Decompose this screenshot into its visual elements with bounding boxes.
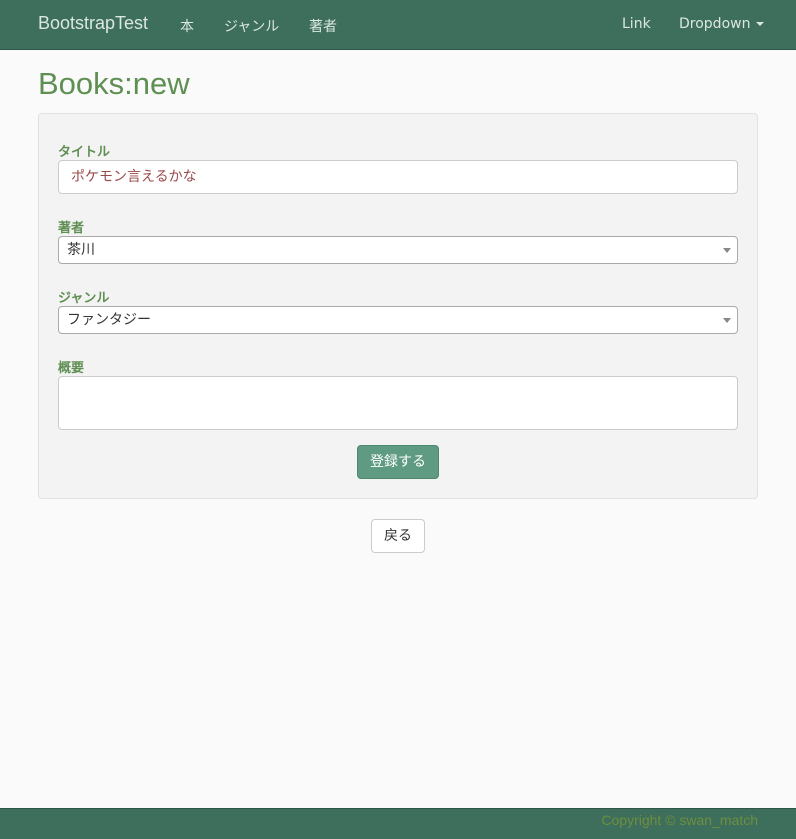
genre-label: ジャンル: [58, 291, 110, 306]
navbar-brand[interactable]: BootstrapTest: [38, 13, 148, 34]
nav-link-authors[interactable]: 著者: [309, 16, 337, 36]
title-label: タイトル: [58, 145, 111, 160]
top-navbar: BootstrapTest 本 ジャンル 著者 Link Dropdown: [0, 0, 796, 50]
dropdown-arrow-icon: [723, 248, 731, 253]
nav-link-genres[interactable]: ジャンル: [224, 16, 279, 36]
genre-select-value: ファンタジー: [67, 312, 151, 328]
nav-link-link[interactable]: Link: [622, 16, 651, 32]
nav-link-books[interactable]: 本: [180, 16, 194, 36]
nav-dropdown-label: Dropdown: [679, 16, 751, 32]
author-select-value: 茶川: [67, 242, 95, 258]
nav-dropdown[interactable]: Dropdown: [679, 16, 765, 32]
back-button[interactable]: 戻る: [371, 519, 425, 553]
footer: Copyright © swan_match: [0, 808, 796, 839]
page-title: Books:new: [38, 66, 190, 101]
summary-label: 概要: [58, 361, 85, 376]
genre-select[interactable]: ファンタジー: [58, 306, 738, 334]
submit-button[interactable]: 登録する: [357, 445, 439, 479]
dropdown-arrow-icon: [723, 318, 731, 323]
title-input-value: ポケモン言えるかな: [71, 169, 197, 185]
caret-down-icon: [756, 22, 765, 26]
author-select[interactable]: 茶川: [58, 236, 738, 264]
author-label: 著者: [58, 221, 85, 236]
copyright-text: Copyright © swan_match: [601, 812, 758, 828]
title-input[interactable]: ポケモン言えるかな: [58, 160, 738, 194]
summary-textarea[interactable]: [58, 376, 738, 430]
